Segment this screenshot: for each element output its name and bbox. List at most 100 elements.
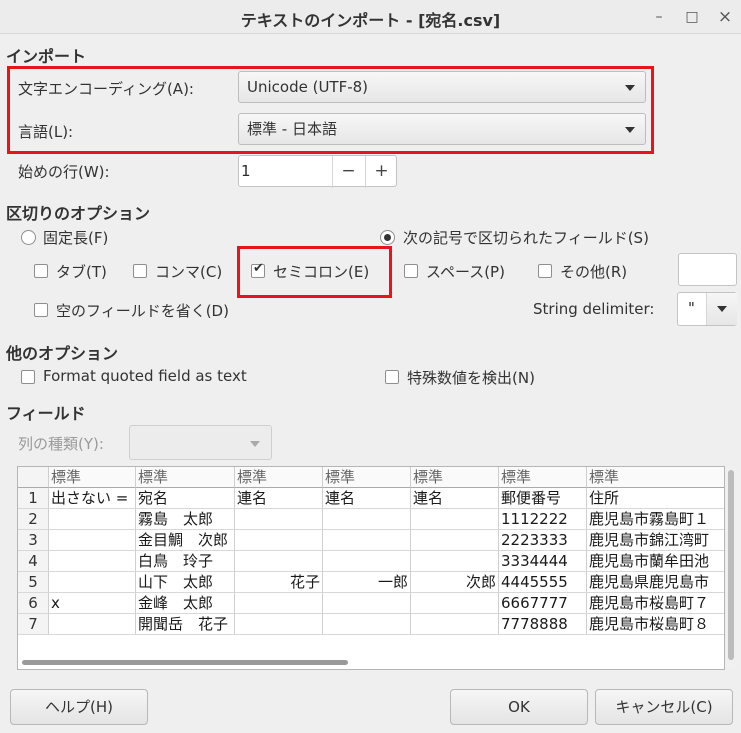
other-label[interactable]: その他(R) xyxy=(560,261,627,282)
grid-cell[interactable]: 2223333 xyxy=(499,530,587,551)
column-header[interactable]: 標準 xyxy=(323,467,411,488)
column-header[interactable]: 標準 xyxy=(499,467,587,488)
grid-cell[interactable] xyxy=(49,551,136,572)
column-header[interactable]: 標準 xyxy=(587,467,724,488)
fixed-width-label[interactable]: 固定長(F) xyxy=(43,227,108,248)
grid-cell[interactable] xyxy=(235,551,323,572)
increment-button[interactable]: + xyxy=(365,156,397,188)
grid-cell[interactable]: 郵便番号 xyxy=(499,488,587,509)
other-separator-input[interactable] xyxy=(678,253,737,286)
close-button[interactable]: × xyxy=(714,6,736,28)
string-delimiter-dropdown-button[interactable] xyxy=(706,293,737,325)
grid-cell[interactable]: 3334444 xyxy=(499,551,587,572)
cancel-button[interactable]: キャンセル(C) xyxy=(595,689,733,725)
grid-cell[interactable]: 出さない = xyxy=(49,488,136,509)
semicolon-checkbox[interactable] xyxy=(251,261,265,278)
grid-cell[interactable]: 次郎 xyxy=(411,572,499,593)
grid-cell[interactable]: 6667777 xyxy=(499,593,587,614)
preview-grid[interactable]: 標準 標準 標準 標準 標準 標準 標準 1 出さない = 宛名 連名 連名 連… xyxy=(17,466,725,670)
string-delimiter-value[interactable]: " xyxy=(688,299,695,317)
grid-cell[interactable]: 金峰 太郎 xyxy=(136,593,235,614)
column-header[interactable]: 標準 xyxy=(235,467,323,488)
grid-cell[interactable]: 山下 太郎 xyxy=(136,572,235,593)
detect-special-label[interactable]: 特殊数値を検出(N) xyxy=(407,367,535,388)
string-delimiter-combobox[interactable]: " xyxy=(677,292,737,326)
minimize-button[interactable]: – xyxy=(648,6,670,28)
grid-cell[interactable] xyxy=(235,530,323,551)
chevron-down-icon xyxy=(250,441,260,447)
grid-cell[interactable]: 7778888 xyxy=(499,614,587,635)
space-label[interactable]: スペース(P) xyxy=(426,261,505,282)
space-checkbox[interactable] xyxy=(404,264,418,278)
separated-by-label[interactable]: 次の記号で区切られたフィールド(S) xyxy=(403,227,649,248)
maximize-button[interactable]: □ xyxy=(681,6,703,28)
language-combobox[interactable]: 標準 - 日本語 xyxy=(238,113,646,145)
grid-cell[interactable] xyxy=(49,614,136,635)
grid-cell[interactable] xyxy=(49,530,136,551)
grid-cell[interactable]: 白鳥 玲子 xyxy=(136,551,235,572)
decrement-button[interactable]: − xyxy=(332,156,364,188)
from-row-value[interactable]: 1 xyxy=(241,162,251,180)
grid-cell[interactable] xyxy=(411,509,499,530)
grid-cell[interactable]: 連名 xyxy=(235,488,323,509)
grid-cell[interactable]: 霧島 太郎 xyxy=(136,509,235,530)
tab-checkbox[interactable] xyxy=(34,264,48,278)
grid-cell[interactable]: 一郎 xyxy=(323,572,411,593)
grid-cell[interactable]: 連名 xyxy=(411,488,499,509)
charset-combobox[interactable]: Unicode (UTF-8) xyxy=(238,71,646,103)
comma-checkbox[interactable] xyxy=(133,264,147,278)
grid-cell[interactable] xyxy=(323,530,411,551)
grid-cell[interactable] xyxy=(411,530,499,551)
grid-cell[interactable] xyxy=(411,614,499,635)
ok-button[interactable]: OK xyxy=(450,689,588,725)
chevron-down-icon xyxy=(717,306,727,312)
grid-cell[interactable]: 鹿児島市桜島町８ xyxy=(587,614,724,635)
grid-cell[interactable] xyxy=(411,593,499,614)
from-row-spinner[interactable]: 1 − + xyxy=(238,155,397,188)
separated-by-radio[interactable] xyxy=(380,230,395,245)
other-checkbox[interactable] xyxy=(538,264,552,278)
grid-cell[interactable] xyxy=(49,572,136,593)
grid-cell[interactable] xyxy=(323,614,411,635)
column-header[interactable]: 標準 xyxy=(411,467,499,488)
grid-cell[interactable] xyxy=(323,593,411,614)
grid-cell[interactable]: 4445555 xyxy=(499,572,587,593)
quoted-as-text-label[interactable]: Format quoted field as text xyxy=(43,367,247,385)
detect-special-checkbox[interactable] xyxy=(385,370,399,384)
column-type-combobox[interactable] xyxy=(129,425,272,460)
grid-cell[interactable]: 金目鯛 次郎 xyxy=(136,530,235,551)
grid-cell[interactable]: 鹿児島市蘭牟田池 xyxy=(587,551,724,572)
semicolon-label[interactable]: セミコロン(E) xyxy=(273,261,369,282)
quoted-as-text-checkbox[interactable] xyxy=(21,370,35,384)
comma-label[interactable]: コンマ(C) xyxy=(155,261,222,282)
grid-cell[interactable]: x xyxy=(49,593,136,614)
grid-cell[interactable] xyxy=(323,509,411,530)
column-header[interactable]: 標準 xyxy=(49,467,136,488)
grid-cell[interactable]: 花子 xyxy=(235,572,323,593)
grid-cell[interactable] xyxy=(235,614,323,635)
grid-cell[interactable] xyxy=(235,593,323,614)
row-number: 5 xyxy=(18,572,49,593)
column-header[interactable]: 標準 xyxy=(136,467,235,488)
merge-delimiters-checkbox[interactable] xyxy=(34,303,48,317)
horizontal-scrollbar-thumb[interactable] xyxy=(22,660,348,665)
grid-cell[interactable] xyxy=(235,509,323,530)
grid-cell[interactable]: 1112222 xyxy=(499,509,587,530)
grid-cell[interactable] xyxy=(49,509,136,530)
vertical-scrollbar-thumb[interactable] xyxy=(728,470,734,660)
grid-cell[interactable]: 鹿児島市霧島町１ xyxy=(587,509,724,530)
grid-cell[interactable]: 住所 xyxy=(587,488,724,509)
grid-cell[interactable] xyxy=(411,551,499,572)
grid-cell[interactable]: 宛名 xyxy=(136,488,235,509)
grid-corner xyxy=(18,467,49,488)
grid-cell[interactable] xyxy=(323,551,411,572)
tab-label[interactable]: タブ(T) xyxy=(56,261,107,282)
grid-cell[interactable]: 鹿児島県鹿児島市 xyxy=(587,572,724,593)
grid-cell[interactable]: 鹿児島市桜島町７ xyxy=(587,593,724,614)
grid-cell[interactable]: 連名 xyxy=(323,488,411,509)
grid-cell[interactable]: 開聞岳 花子 xyxy=(136,614,235,635)
merge-delimiters-label[interactable]: 空のフィールドを省く(D) xyxy=(56,300,229,321)
grid-cell[interactable]: 鹿児島市錦江湾町 xyxy=(587,530,724,551)
help-button[interactable]: ヘルプ(H) xyxy=(10,689,148,725)
fixed-width-radio[interactable] xyxy=(21,230,36,245)
